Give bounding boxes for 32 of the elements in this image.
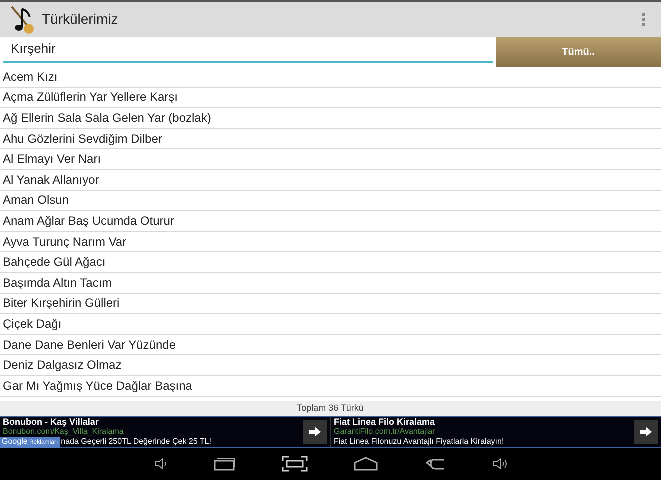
back-icon[interactable] bbox=[424, 457, 446, 471]
song-item[interactable]: Aman Olsun bbox=[3, 191, 70, 210]
song-item[interactable]: Ağ Ellerin Sala Sala Gelen Yar (bozlak) bbox=[3, 108, 212, 127]
song-item[interactable]: Ahu Gözlerini Sevdiğim Dilber bbox=[3, 130, 162, 148]
ad-url: GarantiFilo.com.tr/Avantajlar bbox=[334, 427, 436, 437]
ad-description: nada Geçerli 250TL Değerinde Çek 25 TL! bbox=[61, 437, 212, 447]
song-item[interactable]: Dane Dane Benleri Var Yüzünde bbox=[3, 336, 176, 354]
song-item[interactable]: Acem Kızı bbox=[3, 68, 58, 86]
song-item[interactable]: Anam Ağlar Baş Ucumda Oturur bbox=[3, 212, 174, 230]
song-item[interactable]: Ayva Turunç Narım Var bbox=[3, 232, 127, 251]
song-item[interactable]: Biter Kırşehirin Gülleri bbox=[3, 294, 120, 312]
total-count: Toplam 36 Türkü bbox=[0, 401, 661, 416]
search-field[interactable]: Kırşehir bbox=[3, 37, 493, 63]
home-icon[interactable] bbox=[354, 457, 378, 471]
ad-banner[interactable]: Fiat Linea Filo Kiralama GarantiFilo.com.tr/Avantajlar Fiat Linea Filonuzu Avantajlı Fiyatlarla Kiralayın! bbox=[331, 417, 661, 447]
volume-up-icon[interactable] bbox=[492, 457, 508, 471]
song-item[interactable]: Açma Zülüflerin Yar Yellere Karşı bbox=[3, 88, 178, 106]
song-item[interactable]: Başımda Altın Tacım bbox=[3, 274, 112, 292]
song-item[interactable]: Çiçek Dağı bbox=[3, 314, 62, 333]
song-item[interactable]: Gar Mı Yağmış Yüce Dağlar Başına bbox=[3, 376, 192, 395]
volume-down-icon[interactable] bbox=[154, 457, 168, 471]
ad-title: Bonubon - Kaş Villalar bbox=[3, 416, 99, 426]
song-item[interactable]: Bahçede Gül Ağacı bbox=[3, 253, 106, 272]
ad-url: Bonubon.com/Kaş_Villa_Kiralama bbox=[3, 426, 125, 436]
recent-apps-icon[interactable] bbox=[214, 457, 236, 471]
screenshot-icon[interactable] bbox=[282, 456, 308, 472]
song-item[interactable]: Al Elmayı Ver Narı bbox=[3, 150, 102, 168]
song-item[interactable]: Deniz Dalgasız Olmaz bbox=[3, 356, 122, 374]
ad-description: Fiat Linea Filonuzu Avantajlı Fiyatlarla Kiralayın! bbox=[334, 437, 504, 447]
ad-title: Fiat Linea Filo Kiralama bbox=[334, 417, 436, 427]
app-title: Türkülerimiz bbox=[42, 10, 118, 29]
song-item[interactable]: Al Yanak Allanıyor bbox=[3, 170, 100, 189]
